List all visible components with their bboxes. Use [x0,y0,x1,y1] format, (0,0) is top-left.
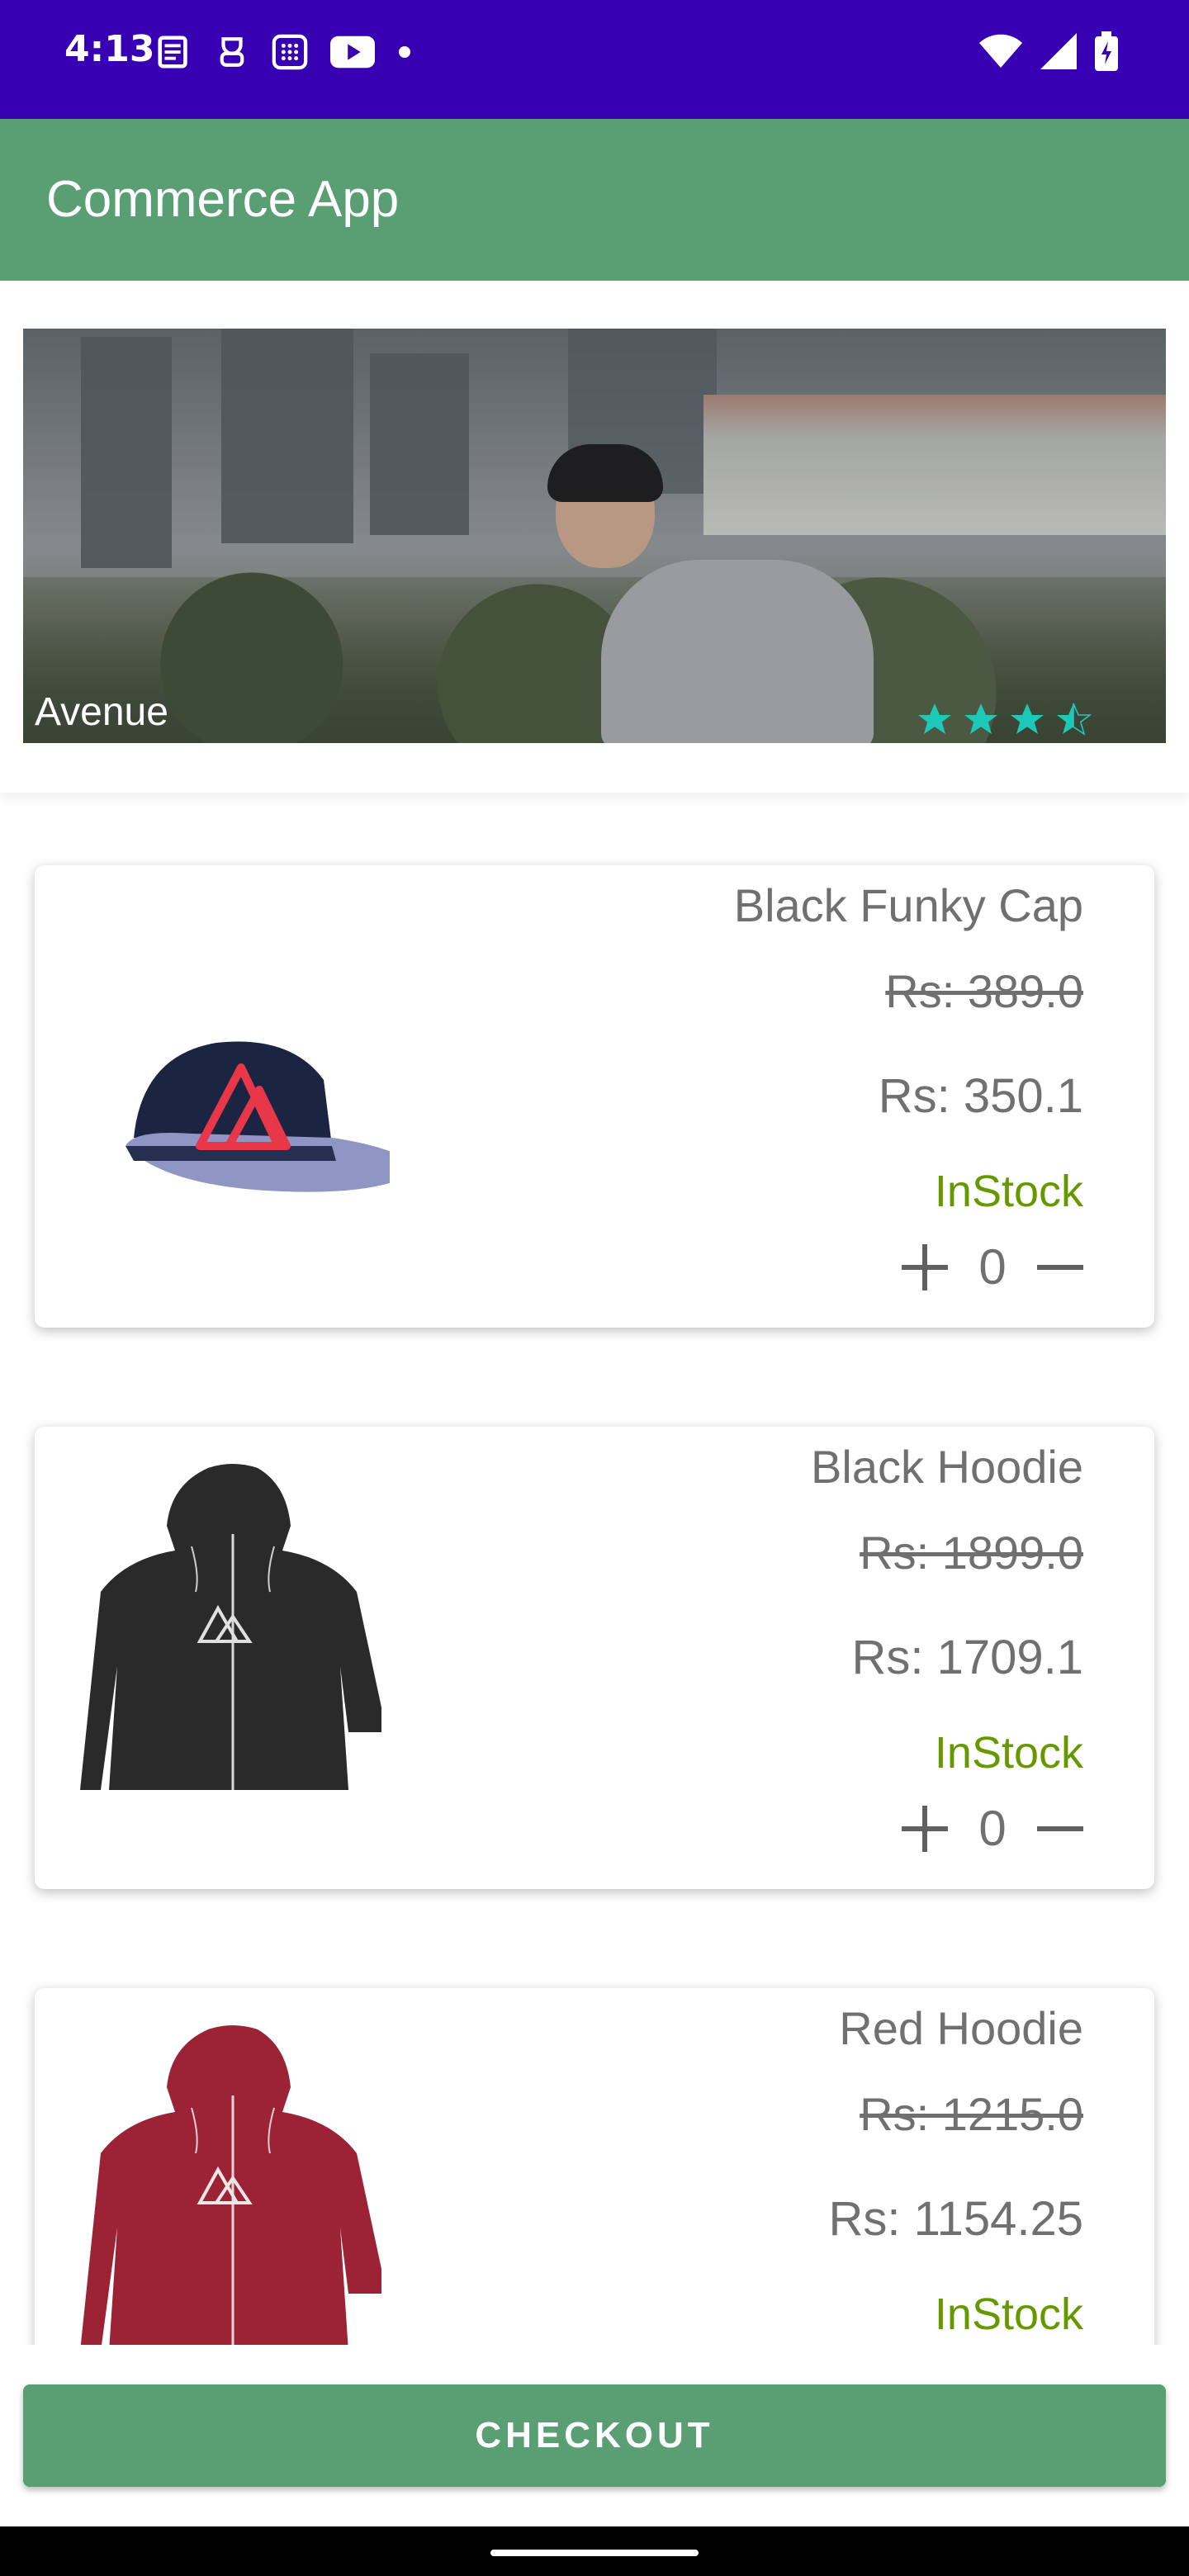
dot-icon [399,46,410,58]
star-icon [1011,703,1044,734]
banner-section: Avenue [0,281,1189,793]
minus-icon[interactable] [1037,1806,1083,1852]
quantity-value: 0 [978,1801,1007,1856]
product-name: Red Hoodie [839,2002,1083,2054]
black-hoodie-image [80,1464,381,1790]
product-card[interactable]: Red Hoodie Rs: 1215.0 Rs: 1154.25 InStoc… [35,1988,1154,2345]
star-half-icon [1057,703,1092,736]
banner-title: Avenue [35,690,168,734]
product-stock: InStock [934,1167,1083,1216]
navigation-bar [0,2526,1189,2576]
product-card[interactable]: Black Hoodie Rs: 1899.0 Rs: 1709.1 InSto… [35,1427,1154,1889]
pocket-icon [220,37,244,67]
plus-icon[interactable] [902,1805,948,1852]
battery-icon [1095,31,1118,71]
product-price: Rs: 1154.25 [828,2192,1083,2246]
product-price: Rs: 350.1 [878,1069,1083,1123]
product-stock: InStock [934,2290,1083,2339]
app-bar: Commerce App [0,119,1189,281]
banner-building [221,329,353,543]
plus-icon[interactable] [902,1243,948,1290]
keypad-icon [272,34,308,70]
banner-building [81,337,172,568]
product-original-price: Rs: 1899.0 [860,1527,1083,1579]
banner-roof [703,395,1166,535]
banner-building [370,353,469,535]
banner-rating [915,700,1093,740]
checkout-button[interactable]: CHECKOUT [23,2384,1166,2487]
app-title: Commerce App [46,171,400,228]
product-list[interactable]: Avenue Black Funky Cap Rs: 389.0 Rs: 350… [0,281,1189,2345]
star-icon [964,703,997,734]
star-icon [918,703,951,734]
product-original-price: Rs: 1215.0 [860,2088,1083,2140]
product-name: Black Funky Cap [733,879,1083,931]
banner-image[interactable]: Avenue [23,329,1166,743]
product-stock: InStock [934,1728,1083,1778]
youtube-icon [330,36,375,69]
status-time: 4:13 [64,28,155,70]
home-gesture-handle[interactable] [490,2550,699,2556]
quantity-value: 0 [978,1239,1007,1295]
product-name: Black Hoodie [811,1441,1083,1493]
cap-image [126,1041,390,1192]
quantity-stepper: 0 [902,1800,1083,1857]
product-card[interactable]: Black Funky Cap Rs: 389.0 Rs: 350.1 InSt… [35,865,1154,1328]
status-bar: 4:13 [0,0,1189,119]
product-price: Rs: 1709.1 [851,1631,1083,1684]
wifi-icon [979,34,1022,68]
red-hoodie-image [80,2025,381,2345]
news-icon [158,36,187,69]
status-notification-icons [155,33,413,71]
minus-icon[interactable] [1037,1244,1083,1290]
product-original-price: Rs: 389.0 [885,965,1083,1017]
status-system-icons [979,31,1118,71]
quantity-stepper: 0 [902,1238,1083,1295]
banner-person-body [601,560,874,743]
signal-icon [1040,33,1077,69]
checkout-area: CHECKOUT [0,2345,1189,2526]
banner-person-hair [547,444,663,502]
